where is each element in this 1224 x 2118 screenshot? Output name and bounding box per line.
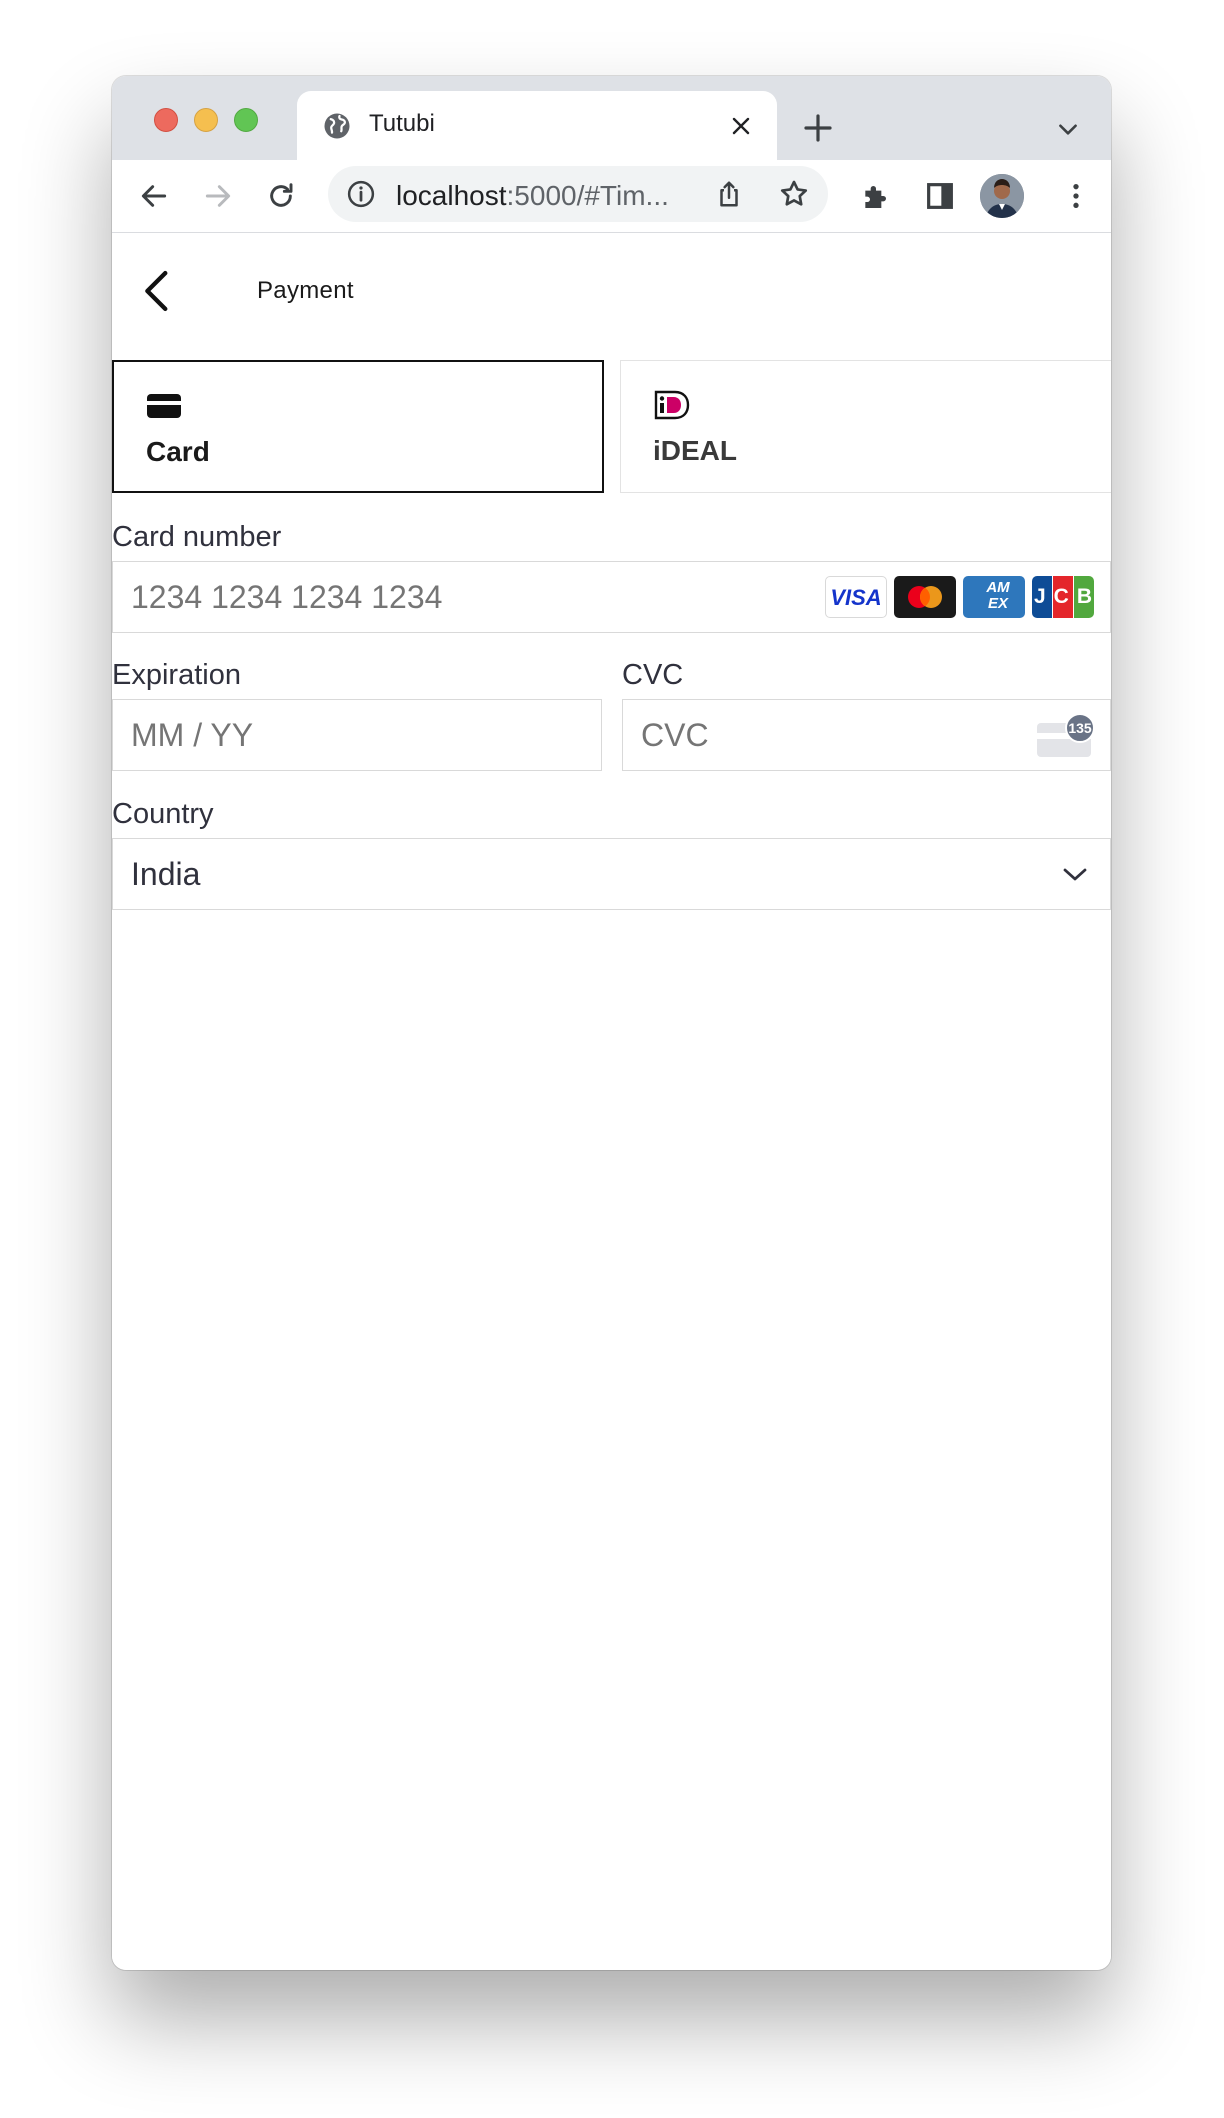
- new-tab-icon[interactable]: [802, 112, 834, 144]
- payment-method-ideal-tab[interactable]: iDEAL: [620, 360, 1111, 493]
- cvc-field[interactable]: 135: [622, 699, 1111, 771]
- window-maximize-button[interactable]: [234, 108, 258, 132]
- amex-logo-icon: AM EX: [963, 576, 1025, 618]
- info-icon[interactable]: [346, 179, 376, 209]
- card-number-field[interactable]: VISA AM EX JCB: [112, 561, 1111, 633]
- cvc-input[interactable]: [641, 700, 1021, 770]
- jcb-logo-text: JCB: [1034, 585, 1094, 608]
- payment-method-label: iDEAL: [653, 435, 737, 466]
- reload-icon[interactable]: [265, 180, 297, 212]
- window-minimize-button[interactable]: [194, 108, 218, 132]
- globe-icon: [324, 113, 350, 139]
- back-arrow-icon[interactable]: [138, 180, 170, 212]
- expiration-input[interactable]: [131, 700, 581, 770]
- browser-window: Tutubi localhost:5000/#Tim... Payment Ca…: [112, 76, 1111, 1970]
- visa-logo-text: VISA: [830, 585, 882, 610]
- star-icon[interactable]: [778, 178, 810, 210]
- puzzle-icon[interactable]: [860, 180, 892, 212]
- expiration-label: Expiration: [112, 659, 241, 691]
- profile-avatar[interactable]: [980, 174, 1024, 218]
- url-path: :5000/#Tim...: [506, 180, 669, 211]
- url-host: localhost: [396, 180, 507, 211]
- tab-title: Tutubi: [369, 110, 435, 137]
- credit-card-icon: [147, 394, 181, 418]
- payment-method-label: Card: [146, 436, 210, 467]
- kebab-menu-icon[interactable]: [1060, 180, 1092, 212]
- card-number-input[interactable]: [131, 562, 731, 632]
- back-chevron-icon[interactable]: [140, 269, 174, 313]
- forward-arrow-icon[interactable]: [202, 180, 234, 212]
- browser-tab[interactable]: Tutubi: [297, 91, 777, 160]
- chevron-down-icon[interactable]: [1061, 862, 1089, 886]
- share-icon[interactable]: [714, 178, 744, 210]
- avatar-image: [980, 174, 1024, 218]
- payment-method-card-tab[interactable]: Card: [112, 360, 604, 493]
- jcb-logo-icon: JCB: [1032, 576, 1094, 618]
- expiration-field[interactable]: [112, 699, 602, 771]
- cvc-card-icon: 135: [1035, 713, 1095, 757]
- visa-logo-icon: VISA: [825, 576, 887, 618]
- country-label: Country: [112, 798, 214, 830]
- url-text: localhost:5000/#Tim...: [396, 180, 669, 212]
- country-select[interactable]: India: [112, 838, 1111, 910]
- address-bar[interactable]: localhost:5000/#Tim...: [328, 166, 828, 222]
- mastercard-logo-icon: [894, 576, 956, 618]
- page-title: Payment: [257, 277, 354, 304]
- cvc-badge: 135: [1065, 713, 1095, 743]
- close-icon[interactable]: [729, 114, 753, 138]
- tab-strip: Tutubi: [112, 76, 1111, 160]
- chevron-down-icon[interactable]: [1055, 116, 1081, 142]
- window-close-button[interactable]: [154, 108, 178, 132]
- browser-toolbar: localhost:5000/#Tim...: [112, 160, 1111, 233]
- ideal-logo-icon: [654, 390, 690, 420]
- mastercard-circles: [908, 586, 942, 608]
- cvc-label: CVC: [622, 659, 684, 691]
- side-panel-icon[interactable]: [924, 180, 956, 212]
- country-value: India: [131, 856, 201, 892]
- amex-logo-text: AM EX: [986, 579, 1010, 612]
- page-content: Payment Card iDEAL Card number VISA: [112, 233, 1111, 1970]
- card-number-label: Card number: [112, 521, 282, 553]
